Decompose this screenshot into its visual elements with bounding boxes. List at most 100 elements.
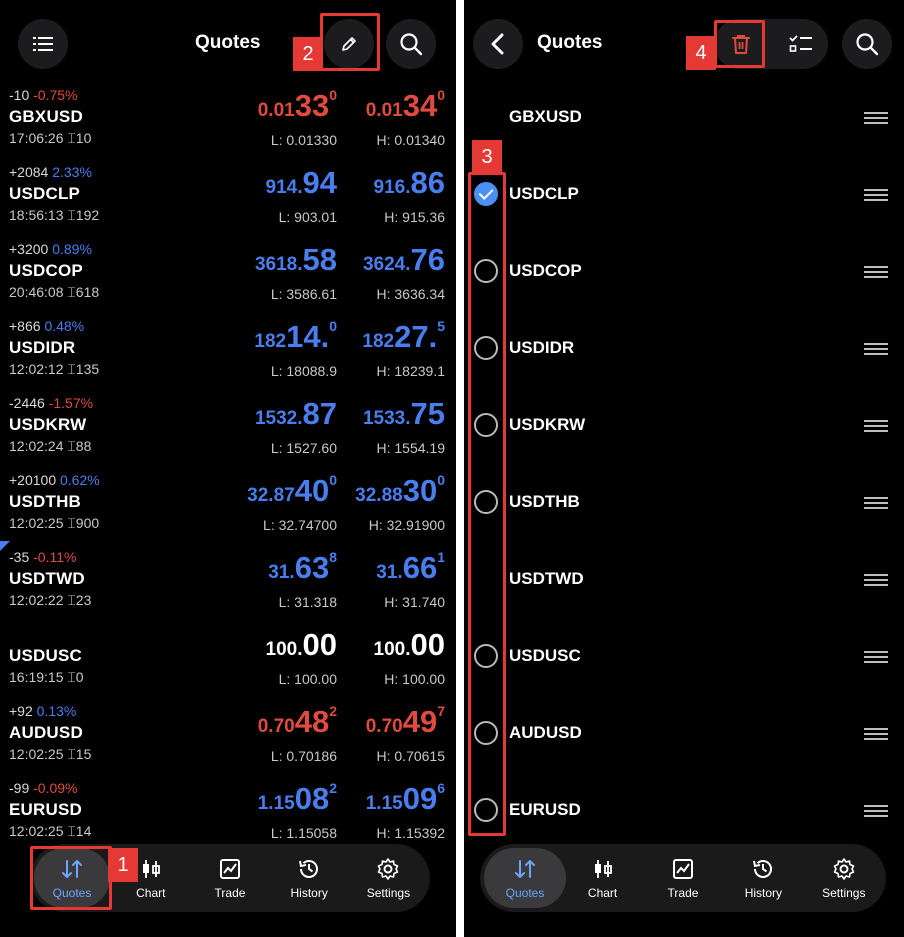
edit-button[interactable] xyxy=(324,19,374,69)
edit-header: Quotes xyxy=(464,0,904,88)
menu-button[interactable] xyxy=(18,19,68,69)
symbol: EURUSD xyxy=(9,800,82,819)
timestamp: 12:02:25 ⌶15 xyxy=(9,746,92,762)
ask-price-sup: 7 xyxy=(437,703,445,719)
low-price: L: 32.74700 xyxy=(263,517,337,533)
select-radio[interactable] xyxy=(474,490,498,514)
quote-row[interactable]: +866 0.48% USDIDR 12:02:12 ⌶135 18214.0 1822… xyxy=(0,318,456,395)
bid-price[interactable]: 3618.58 xyxy=(255,242,337,275)
ask-price[interactable]: 32.88300 xyxy=(355,473,445,506)
high-price: H: 100.00 xyxy=(384,671,445,687)
ask-price-big: 00 xyxy=(410,627,445,662)
low-price: L: 18088.9 xyxy=(270,363,337,379)
bid-price-sup: 2 xyxy=(329,780,337,796)
nav-quotes[interactable]: Quotes xyxy=(34,848,110,908)
search-icon xyxy=(856,33,879,56)
bid-price[interactable]: 32.87400 xyxy=(247,473,337,506)
drag-handle-icon[interactable] xyxy=(864,497,888,509)
nav-quotes[interactable]: Quotes xyxy=(484,848,566,908)
change-pct: -0.75% xyxy=(33,87,78,103)
symbol: USDIDR xyxy=(9,338,76,357)
edit-row: USDCLP xyxy=(464,156,904,233)
quote-row[interactable]: +20100 0.62% USDTHB 12:02:25 ⌶900 32.87400 3… xyxy=(0,472,456,549)
nav-label: Chart xyxy=(136,886,166,900)
ask-price[interactable]: 3624.76 xyxy=(363,242,445,275)
select-radio[interactable] xyxy=(474,259,498,283)
nav-settings[interactable]: Settings xyxy=(804,844,884,912)
bid-price[interactable]: 31.638 xyxy=(268,550,337,583)
bid-price-big: 48 xyxy=(294,704,330,739)
bid-price[interactable]: 1.15082 xyxy=(258,781,337,814)
ask-price[interactable]: 0.01340 xyxy=(366,88,445,121)
select-radio[interactable] xyxy=(474,721,498,745)
quote-row[interactable]: -35 -0.11% USDTWD 12:02:22 ⌶23 31.638 31.661… xyxy=(0,549,456,626)
search-icon xyxy=(400,33,423,56)
drag-handle-icon[interactable] xyxy=(864,112,888,124)
ask-price[interactable]: 31.661 xyxy=(376,550,445,583)
nav-history[interactable]: History xyxy=(723,844,803,912)
ask-price[interactable]: 1533.75 xyxy=(363,396,445,429)
change-abs: -99 xyxy=(9,780,30,796)
drag-handle-icon[interactable] xyxy=(864,728,888,740)
select-radio[interactable] xyxy=(474,644,498,668)
quote-row[interactable]: -2446 -1.57% USDKRW 12:02:24 ⌶88 1532.87 153… xyxy=(0,395,456,472)
trash-icon xyxy=(732,35,750,54)
nav-trade[interactable]: Trade xyxy=(190,844,269,912)
quote-row[interactable]: +3200 0.89% USDCOP 20:46:08 ⌶618 3618.58 362… xyxy=(0,241,456,318)
bid-price[interactable]: 100.00 xyxy=(266,627,337,660)
quote-row[interactable]: USDUSC 16:19:15 ⌶0 100.00 100.00 L: 100.00 H:… xyxy=(0,626,456,703)
bid-price-small: 914. xyxy=(265,177,303,198)
ask-price[interactable]: 18227.5 xyxy=(362,319,445,352)
nav-trade[interactable]: Trade xyxy=(643,844,723,912)
trade-chart-icon xyxy=(669,856,697,882)
search-button[interactable] xyxy=(842,19,892,69)
change-abs: -2446 xyxy=(9,395,45,411)
nav-settings[interactable]: Settings xyxy=(349,844,428,912)
drag-handle-icon[interactable] xyxy=(864,651,888,663)
quote-row[interactable]: -10 -0.75% GBXUSD 17:06:26 ⌶10 0.01330 0.013… xyxy=(0,87,456,164)
drag-handle-icon[interactable] xyxy=(864,805,888,817)
drag-handle-icon[interactable] xyxy=(864,189,888,201)
select-radio[interactable] xyxy=(474,798,498,822)
search-button[interactable] xyxy=(386,19,436,69)
change-pct: -0.11% xyxy=(33,549,77,565)
nav-label: Quotes xyxy=(52,886,92,900)
select-radio[interactable] xyxy=(474,413,498,437)
symbol: USDTWD xyxy=(9,569,85,588)
bid-price-big: 33 xyxy=(294,88,330,123)
ask-price-big: 76 xyxy=(410,242,445,277)
quote-row[interactable]: +92 0.13% AUDUSD 12:02:25 ⌶15 0.70482 0.7049… xyxy=(0,703,456,780)
bid-price[interactable]: 18214.0 xyxy=(254,319,337,352)
delete-button[interactable] xyxy=(720,22,762,66)
bid-price[interactable]: 0.70482 xyxy=(258,704,337,737)
ask-price-big: 75 xyxy=(410,396,445,431)
ask-price[interactable]: 916.86 xyxy=(374,165,445,198)
drag-handle-icon[interactable] xyxy=(864,343,888,355)
select-radio[interactable] xyxy=(474,336,498,360)
ask-price-small: 1.15 xyxy=(365,793,403,814)
change-pct: 2.33% xyxy=(52,164,92,180)
bid-price[interactable]: 914.94 xyxy=(266,165,337,198)
drag-handle-icon[interactable] xyxy=(864,266,888,278)
bid-price[interactable]: 0.01330 xyxy=(258,88,337,121)
back-button[interactable] xyxy=(473,19,523,69)
symbol: USDUSC xyxy=(9,646,82,665)
symbol: USDKRW xyxy=(9,415,87,434)
drag-handle-icon[interactable] xyxy=(864,420,888,432)
low-price: L: 0.01330 xyxy=(270,132,337,148)
nav-chart[interactable]: Chart xyxy=(562,844,642,912)
timestamp: 12:02:25 ⌶900 xyxy=(9,515,100,531)
drag-handle-icon[interactable] xyxy=(864,574,888,586)
nav-history[interactable]: History xyxy=(270,844,349,912)
high-price: H: 32.91900 xyxy=(368,517,445,533)
ask-price[interactable]: 0.70497 xyxy=(366,704,445,737)
symbol: USDIDR xyxy=(509,338,575,357)
ask-price[interactable]: 1.15096 xyxy=(366,781,445,814)
symbol: AUDUSD xyxy=(509,723,582,742)
page-title: Quotes xyxy=(537,32,603,53)
select-all-button[interactable] xyxy=(780,22,822,66)
ask-price[interactable]: 100.00 xyxy=(374,627,445,660)
bid-price[interactable]: 1532.87 xyxy=(255,396,337,429)
quote-row[interactable]: +2084 2.33% USDCLP 18:56:13 ⌶192 914.94 916.… xyxy=(0,164,456,241)
select-radio[interactable] xyxy=(474,182,498,206)
